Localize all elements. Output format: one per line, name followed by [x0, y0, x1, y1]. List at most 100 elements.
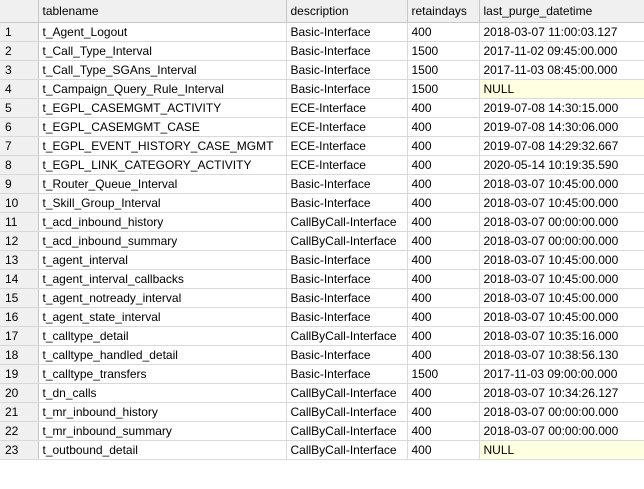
table-row[interactable]: 2 t_Call_Type_Interval Basic-Interface 1500… — [0, 41, 644, 61]
cell-description[interactable]: ECE-Interface — [286, 136, 408, 156]
cell-last-purge-datetime[interactable]: 2018-03-07 10:35:16.000 — [479, 326, 644, 346]
column-header-retaindays[interactable]: retaindays — [407, 0, 480, 23]
cell-last-purge-datetime[interactable]: 2017-11-02 09:45:00.000 — [479, 41, 644, 61]
cell-tablename[interactable]: t_calltype_detail — [38, 326, 287, 346]
row-number[interactable]: 10 — [0, 193, 39, 213]
table-row[interactable]: 7 t_EGPL_EVENT_HISTORY_CASE_MGMT ECE-Inter… — [0, 136, 644, 156]
table-row[interactable]: 17 t_calltype_detail CallByCall-Interface 4… — [0, 326, 644, 346]
cell-tablename[interactable]: t_EGPL_EVENT_HISTORY_CASE_MGMT — [38, 136, 287, 156]
cell-description[interactable]: CallByCall-Interface — [286, 421, 408, 441]
cell-retaindays[interactable]: 1500 — [407, 79, 480, 99]
cell-tablename[interactable]: t_mr_inbound_history — [38, 402, 287, 422]
table-row[interactable]: 9 t_Router_Queue_Interval Basic-Interface 4… — [0, 174, 644, 194]
row-number[interactable]: 6 — [0, 117, 39, 137]
cell-retaindays[interactable]: 400 — [407, 269, 480, 289]
cell-retaindays[interactable]: 1500 — [407, 60, 480, 80]
cell-retaindays[interactable]: 400 — [407, 421, 480, 441]
cell-last-purge-datetime[interactable]: 2019-07-08 14:30:06.000 — [479, 117, 644, 137]
table-row[interactable]: 20 t_dn_calls CallByCall-Interface 400 2018-… — [0, 383, 644, 403]
row-selector-corner[interactable] — [0, 0, 39, 23]
table-row[interactable]: 8 t_EGPL_LINK_CATEGORY_ACTIVITY ECE-Interf… — [0, 155, 644, 175]
cell-last-purge-datetime[interactable]: 2018-03-07 10:45:00.000 — [479, 174, 644, 194]
cell-tablename[interactable]: t_agent_notready_interval — [38, 288, 287, 308]
cell-retaindays[interactable]: 400 — [407, 326, 480, 346]
cell-tablename[interactable]: t_Agent_Logout — [38, 22, 287, 42]
cell-last-purge-datetime[interactable]: 2018-03-07 00:00:00.000 — [479, 231, 644, 251]
table-row[interactable]: 15 t_agent_notready_interval Basic-Interfa… — [0, 288, 644, 308]
cell-tablename[interactable]: t_agent_interval — [38, 250, 287, 270]
cell-retaindays[interactable]: 400 — [407, 174, 480, 194]
table-row[interactable]: 3 t_Call_Type_SGAns_Interval Basic-Interfa… — [0, 60, 644, 80]
cell-last-purge-datetime[interactable]: 2020-05-14 10:19:35.590 — [479, 155, 644, 175]
table-row[interactable]: 23 t_outbound_detail CallByCall-Interface 4… — [0, 440, 644, 460]
row-number[interactable]: 15 — [0, 288, 39, 308]
cell-description[interactable]: Basic-Interface — [286, 307, 408, 327]
cell-description[interactable]: Basic-Interface — [286, 60, 408, 80]
cell-retaindays[interactable]: 400 — [407, 383, 480, 403]
row-number[interactable]: 9 — [0, 174, 39, 194]
cell-description[interactable]: CallByCall-Interface — [286, 231, 408, 251]
table-row[interactable]: 22 t_mr_inbound_summary CallByCall-Interfa… — [0, 421, 644, 441]
cell-last-purge-datetime[interactable]: 2018-03-07 00:00:00.000 — [479, 402, 644, 422]
table-row[interactable]: 16 t_agent_state_interval Basic-Interface 4… — [0, 307, 644, 327]
cell-description[interactable]: Basic-Interface — [286, 364, 408, 384]
cell-description[interactable]: CallByCall-Interface — [286, 383, 408, 403]
cell-retaindays[interactable]: 1500 — [407, 364, 480, 384]
cell-description[interactable]: CallByCall-Interface — [286, 402, 408, 422]
table-row[interactable]: 21 t_mr_inbound_history CallByCall-Interfa… — [0, 402, 644, 422]
cell-last-purge-datetime[interactable]: 2018-03-07 10:45:00.000 — [479, 193, 644, 213]
cell-tablename[interactable]: t_acd_inbound_summary — [38, 231, 287, 251]
cell-retaindays[interactable]: 400 — [407, 193, 480, 213]
cell-tablename[interactable]: t_Campaign_Query_Rule_Interval — [38, 79, 287, 99]
cell-tablename[interactable]: t_Call_Type_Interval — [38, 41, 287, 61]
cell-description[interactable]: Basic-Interface — [286, 193, 408, 213]
row-number[interactable]: 17 — [0, 326, 39, 346]
cell-last-purge-datetime[interactable]: 2018-03-07 10:34:26.127 — [479, 383, 644, 403]
cell-tablename[interactable]: t_Skill_Group_Interval — [38, 193, 287, 213]
cell-description[interactable]: ECE-Interface — [286, 155, 408, 175]
cell-description[interactable]: Basic-Interface — [286, 288, 408, 308]
cell-tablename[interactable]: t_calltype_handled_detail — [38, 345, 287, 365]
cell-tablename[interactable]: t_EGPL_CASEMGMT_CASE — [38, 117, 287, 137]
table-row[interactable]: 5 t_EGPL_CASEMGMT_ACTIVITY ECE-Interface 40… — [0, 98, 644, 118]
cell-last-purge-datetime[interactable]: 2018-03-07 00:00:00.000 — [479, 421, 644, 441]
row-number[interactable]: 19 — [0, 364, 39, 384]
cell-tablename[interactable]: t_calltype_transfers — [38, 364, 287, 384]
table-row[interactable]: 12 t_acd_inbound_summary CallByCall-Interf… — [0, 231, 644, 251]
cell-tablename[interactable]: t_dn_calls — [38, 383, 287, 403]
row-number[interactable]: 13 — [0, 250, 39, 270]
cell-last-purge-datetime[interactable]: NULL — [479, 440, 644, 460]
cell-retaindays[interactable]: 1500 — [407, 41, 480, 61]
table-row[interactable]: 11 t_acd_inbound_history CallByCall-Interf… — [0, 212, 644, 232]
cell-description[interactable]: Basic-Interface — [286, 22, 408, 42]
row-number[interactable]: 20 — [0, 383, 39, 403]
cell-last-purge-datetime[interactable]: NULL — [479, 79, 644, 99]
table-row[interactable]: 10 t_Skill_Group_Interval Basic-Interface 4… — [0, 193, 644, 213]
column-header-tablename[interactable]: tablename — [38, 0, 287, 23]
table-row[interactable]: 4 t_Campaign_Query_Rule_Interval Basic-Int… — [0, 79, 644, 99]
cell-last-purge-datetime[interactable]: 2018-03-07 11:00:03.127 — [479, 22, 644, 42]
row-number[interactable]: 23 — [0, 440, 39, 460]
cell-tablename[interactable]: t_Router_Queue_Interval — [38, 174, 287, 194]
cell-last-purge-datetime[interactable]: 2017-11-03 08:45:00.000 — [479, 60, 644, 80]
cell-tablename[interactable]: t_EGPL_LINK_CATEGORY_ACTIVITY — [38, 155, 287, 175]
cell-last-purge-datetime[interactable]: 2018-03-07 10:38:56.130 — [479, 345, 644, 365]
cell-last-purge-datetime[interactable]: 2018-03-07 10:45:00.000 — [479, 288, 644, 308]
cell-retaindays[interactable]: 400 — [407, 250, 480, 270]
row-number[interactable]: 21 — [0, 402, 39, 422]
row-number[interactable]: 1 — [0, 22, 39, 42]
row-number[interactable]: 3 — [0, 60, 39, 80]
cell-last-purge-datetime[interactable]: 2019-07-08 14:30:15.000 — [479, 98, 644, 118]
column-header-description[interactable]: description — [286, 0, 408, 23]
cell-tablename[interactable]: t_outbound_detail — [38, 440, 287, 460]
cell-description[interactable]: CallByCall-Interface — [286, 440, 408, 460]
cell-retaindays[interactable]: 400 — [407, 231, 480, 251]
column-header-last-purge-datetime[interactable]: last_purge_datetime — [479, 0, 644, 23]
cell-retaindays[interactable]: 400 — [407, 22, 480, 42]
cell-description[interactable]: ECE-Interface — [286, 98, 408, 118]
cell-tablename[interactable]: t_agent_state_interval — [38, 307, 287, 327]
row-number[interactable]: 5 — [0, 98, 39, 118]
cell-retaindays[interactable]: 400 — [407, 345, 480, 365]
cell-description[interactable]: CallByCall-Interface — [286, 212, 408, 232]
table-row[interactable]: 14 t_agent_interval_callbacks Basic-Interf… — [0, 269, 644, 289]
